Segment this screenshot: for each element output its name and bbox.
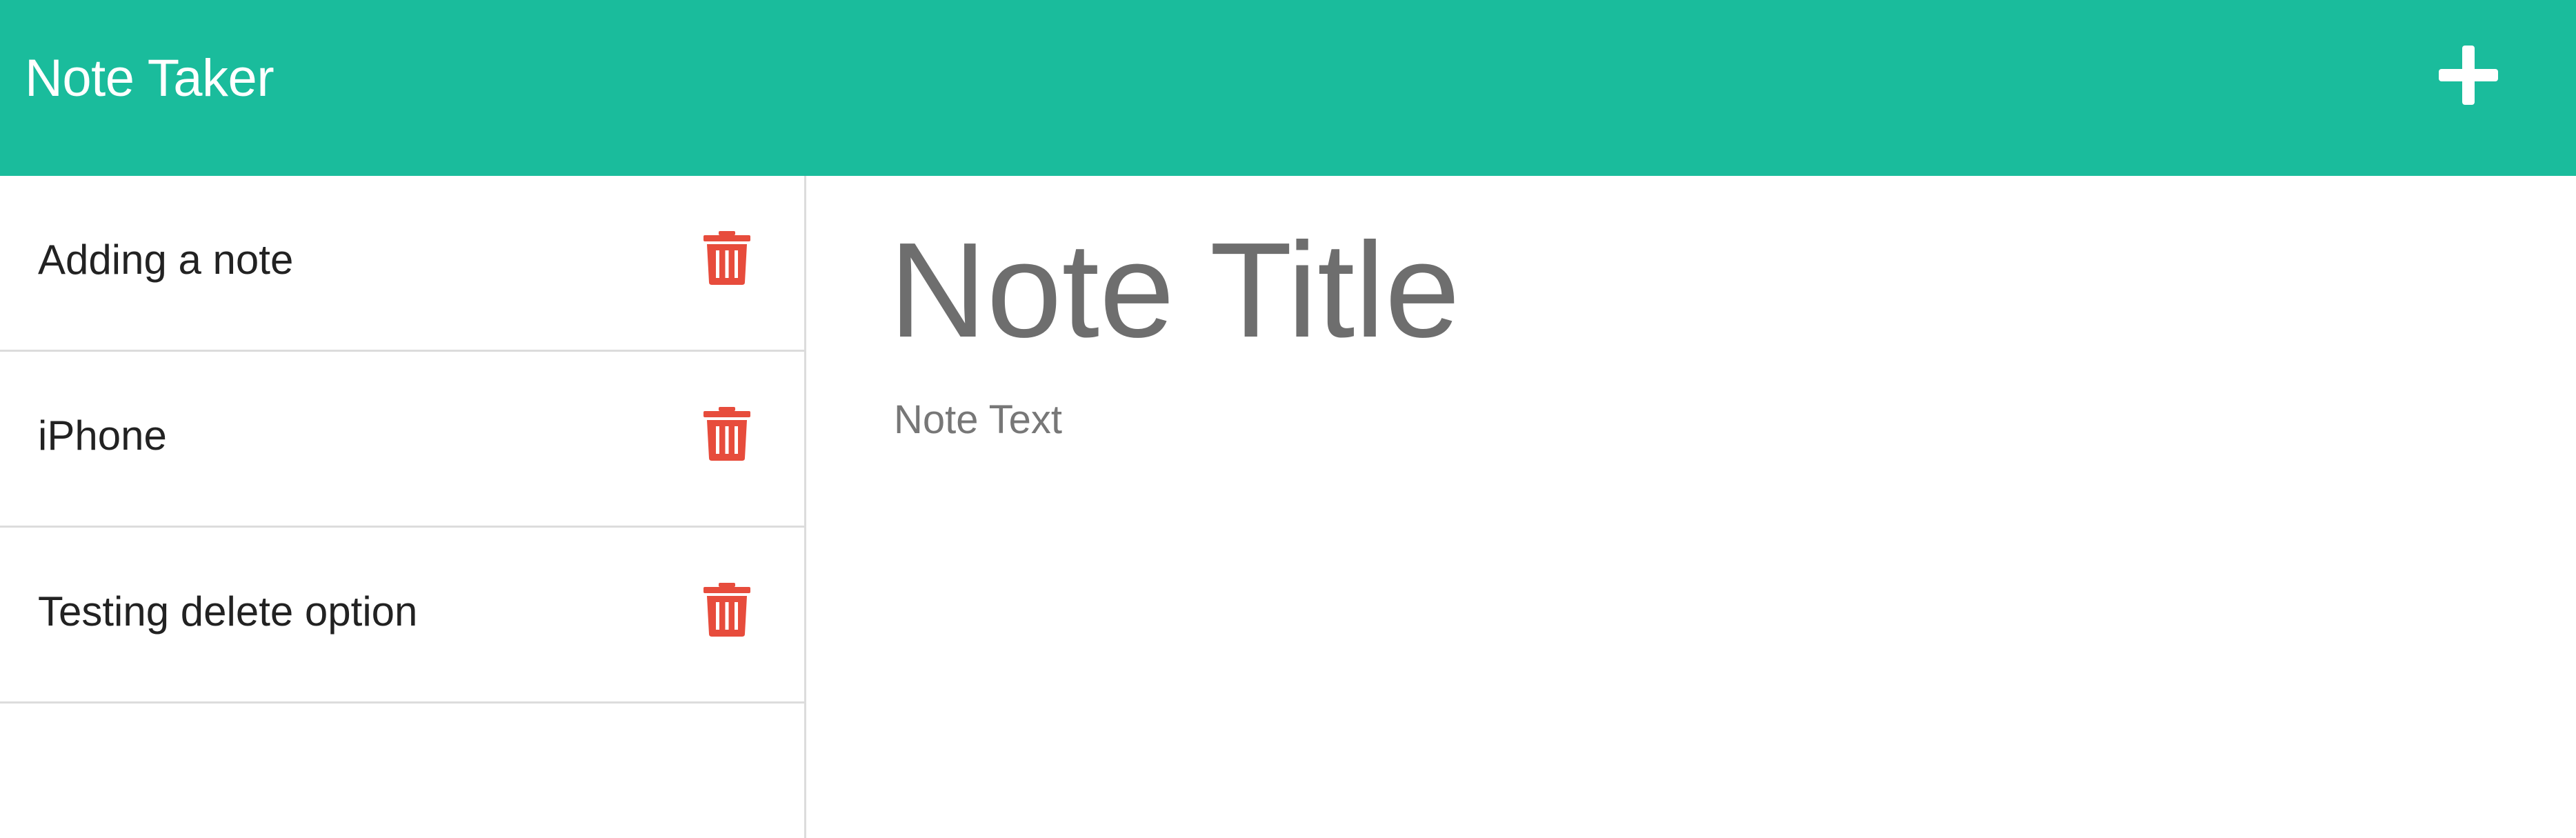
note-list-item[interactable]: Adding a note xyxy=(0,176,804,352)
note-list-item-title: iPhone xyxy=(38,412,167,459)
note-list-item[interactable]: Testing delete option xyxy=(0,528,804,704)
note-list-item-title: Adding a note xyxy=(38,237,294,283)
note-list-item-title: Testing delete option xyxy=(38,588,418,635)
note-list: Adding a note iPhone Testing delete opti… xyxy=(0,176,806,838)
note-editor xyxy=(806,176,2576,838)
note-text-input[interactable] xyxy=(894,397,2480,783)
note-title-input[interactable] xyxy=(889,214,2475,366)
note-list-item[interactable]: iPhone xyxy=(0,352,804,528)
trash-icon xyxy=(703,407,750,461)
app-brand[interactable]: Note Taker xyxy=(25,44,274,113)
trash-icon xyxy=(703,231,750,285)
trash-icon xyxy=(703,583,750,637)
delete-note-button[interactable] xyxy=(703,231,750,285)
plus-icon xyxy=(2436,43,2501,108)
delete-note-button[interactable] xyxy=(703,583,750,637)
new-note-button[interactable] xyxy=(2436,43,2501,108)
navbar: Note Taker xyxy=(0,0,2576,176)
delete-note-button[interactable] xyxy=(703,407,750,461)
